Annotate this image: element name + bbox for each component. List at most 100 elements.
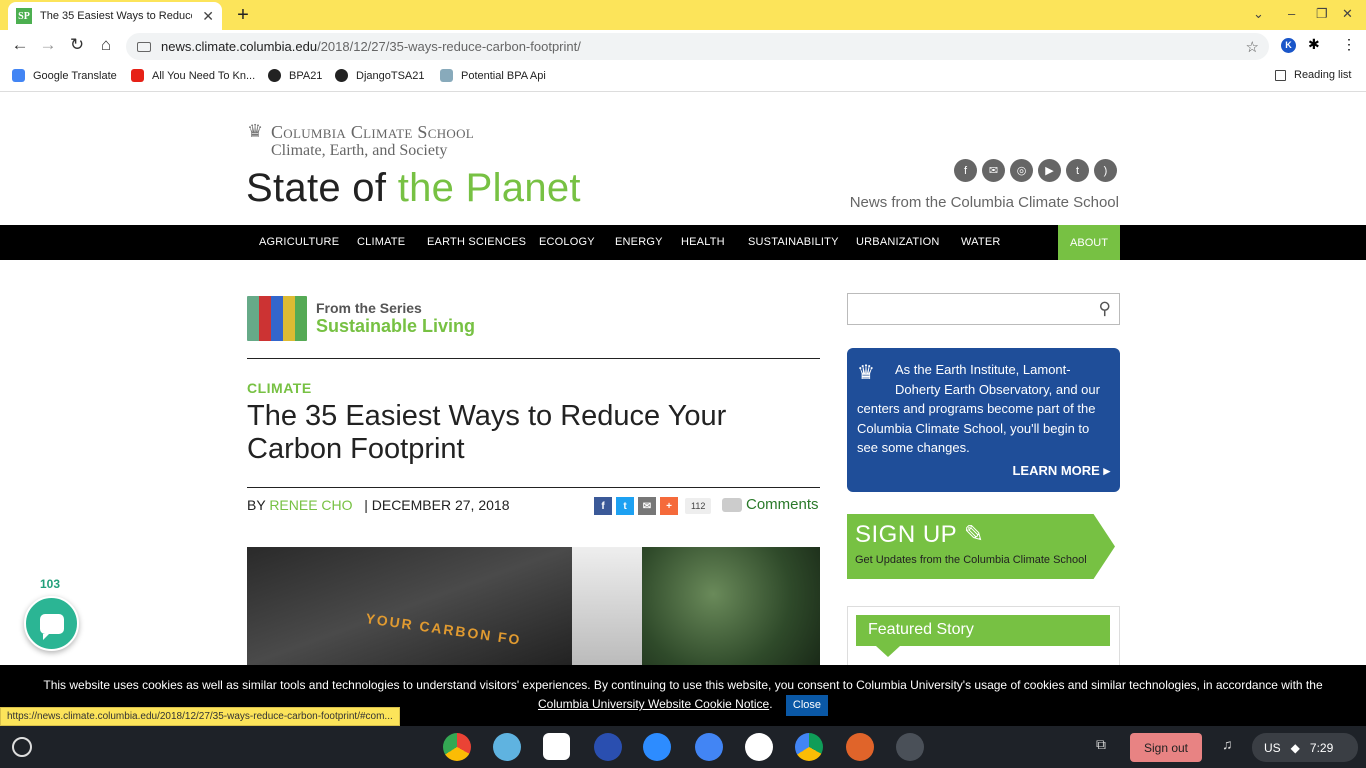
search-input[interactable]: ⚲ [847,293,1120,325]
rss-icon[interactable]: ) [1094,159,1117,182]
pencil-app-icon[interactable] [846,733,874,761]
chat-icon [39,613,64,640]
instagram-icon[interactable]: ◎ [1010,159,1033,182]
twitter-icon[interactable]: t [1066,159,1089,182]
menu-dots-icon[interactable]: ⋮ [1342,36,1356,53]
k-app-icon[interactable] [594,733,622,761]
nav-about[interactable]: ABOUT [1058,225,1120,260]
bookmark-potential-bpa-api[interactable]: Potential BPA Api [440,69,546,82]
share-more-icon[interactable]: + [660,497,678,515]
featured-arrow [876,646,900,657]
docs-app-icon[interactable] [695,733,723,761]
author-link[interactable]: RENEE CHO [269,497,352,513]
nav-earth-sciences[interactable]: EARTH SCIENCES [427,236,526,248]
space-app-icon[interactable] [493,733,521,761]
nav-energy[interactable]: ENERGY [615,236,663,248]
promo-text: As the Earth Institute, Lamont-Doherty E… [857,362,1100,455]
forward-icon[interactable]: → [37,35,59,55]
main-nav: AGRICULTURE CLIMATE EARTH SCIENCES ECOLO… [0,225,1366,260]
hero-foliage [642,547,820,665]
bookmark-google-translate[interactable]: Google Translate [12,69,117,82]
bookmark-bpa21[interactable]: BPA21 [268,69,322,82]
bookmark-youtube[interactable]: All You Need To Kn... [131,69,255,82]
nav-water[interactable]: WATER [961,236,1001,248]
home-icon[interactable]: ⌂ [95,35,117,55]
series-thumbnail[interactable] [247,296,307,341]
favicon-icon: SP [16,8,32,24]
bookmark-djangotsa21[interactable]: DjangoTSA21 [335,69,425,82]
series-link[interactable]: Sustainable Living [316,316,475,337]
terminal-app-icon[interactable] [896,733,924,761]
nav-sustainability[interactable]: SUSTAINABILITY [748,236,839,248]
comments-link[interactable]: Comments [722,496,819,513]
divider [247,487,820,488]
article-category[interactable]: CLIMATE [247,380,312,396]
nav-urbanization[interactable]: URBANIZATION [856,236,939,248]
share-count: 112 [685,498,712,514]
climate-school-promo: ♛ As the Earth Institute, Lamont-Doherty… [847,348,1120,492]
hero-bin [247,547,572,665]
tab-title: The 35 Easiest Ways to Reduce [40,10,192,22]
reload-icon[interactable]: ↻ [66,35,88,55]
nav-health[interactable]: HEALTH [681,236,725,248]
media-controls-icon[interactable]: ♫ [1222,736,1233,752]
share-facebook-icon[interactable]: f [594,497,612,515]
k-extension-icon[interactable]: K [1281,38,1296,53]
bookmark-star-icon[interactable]: ☆ [1246,38,1259,56]
nav-agriculture[interactable]: AGRICULTURE [259,236,339,248]
youtube-icon[interactable]: ▶ [1038,159,1061,182]
signup-subtext: Get Updates from the Columbia Climate Sc… [855,554,1087,566]
nav-climate[interactable]: CLIMATE [357,236,405,248]
url-host: news.climate.columbia.edu [161,39,318,54]
system-tray[interactable]: US ◆ 7:29 [1252,733,1358,762]
email-icon[interactable]: ✉ [982,159,1005,182]
reading-list-icon [1275,69,1286,81]
cookie-close-button[interactable]: Close [785,695,828,716]
launcher-icon[interactable] [12,737,32,757]
clock: 7:29 [1309,740,1334,755]
featured-story: Featured Story [847,606,1120,666]
tote-icon[interactable]: ⧉ [1096,736,1106,753]
extensions-puzzle-icon[interactable]: ✱ [1308,36,1320,53]
meet-app-icon[interactable] [745,733,773,761]
youtube-icon [131,69,144,82]
page-info-icon[interactable] [137,41,151,52]
tab-search-icon[interactable]: ⌄ [1253,6,1264,22]
back-icon[interactable]: ← [9,35,31,55]
school-logo-text[interactable]: Columbia Climate School [271,122,474,143]
restore-icon[interactable]: ❐ [1316,6,1328,22]
close-window-icon[interactable]: ✕ [1342,6,1353,22]
share-buttons: f t ✉ + 112 [594,497,712,515]
share-email-icon[interactable]: ✉ [638,497,656,515]
status-bubble: https://news.climate.columbia.edu/2018/1… [0,707,400,726]
new-tab-button[interactable]: + [233,4,253,27]
address-bar[interactable]: news.climate.columbia.edu/2018/12/27/35-… [126,33,1269,60]
chat-count: 103 [40,577,61,591]
search-icon[interactable]: ⚲ [1099,299,1111,319]
site-tagline: News from the Columbia Climate School [849,194,1119,211]
chat-button[interactable] [24,596,79,651]
article-title: The 35 Easiest Ways to Reduce Your Carbo… [247,400,727,465]
signup-banner[interactable]: SIGN UP ✎ Get Updates from the Columbia … [847,514,1115,579]
nav-ecology[interactable]: ECOLOGY [539,236,595,248]
browser-toolbar: ← → ↻ ⌂ news.climate.columbia.edu/2018/1… [0,30,1366,63]
browser-tab[interactable]: SP The 35 Easiest Ways to Reduce ✕ [8,2,222,30]
translate-icon [12,69,25,82]
zoom-app-icon[interactable] [643,733,671,761]
hero-image: YOUR CARBON FO [247,547,820,665]
social-links: f ✉ ◎ ▶ t ) [954,159,1117,182]
sign-out-button[interactable]: Sign out [1130,733,1202,762]
close-tab-icon[interactable]: ✕ [202,8,214,25]
drive-app-icon[interactable] [795,733,823,761]
chrome-app-icon[interactable] [443,733,471,761]
bookmarks-bar: Google Translate All You Need To Kn... B… [0,63,1366,92]
share-twitter-icon[interactable]: t [616,497,634,515]
os-shelf: ⧉ Sign out ♫ US ◆ 7:29 [0,726,1366,768]
reading-list-button[interactable]: Reading list [1275,69,1351,81]
facebook-icon[interactable]: f [954,159,977,182]
screenshot-app-icon[interactable] [543,733,570,760]
site-title[interactable]: State of the Planet [246,166,581,211]
learn-more-link[interactable]: LEARN MORE ▸ [1012,461,1110,481]
minimize-icon[interactable]: – [1288,6,1295,21]
cookie-notice-link[interactable]: Columbia University Website Cookie Notic… [538,697,769,711]
